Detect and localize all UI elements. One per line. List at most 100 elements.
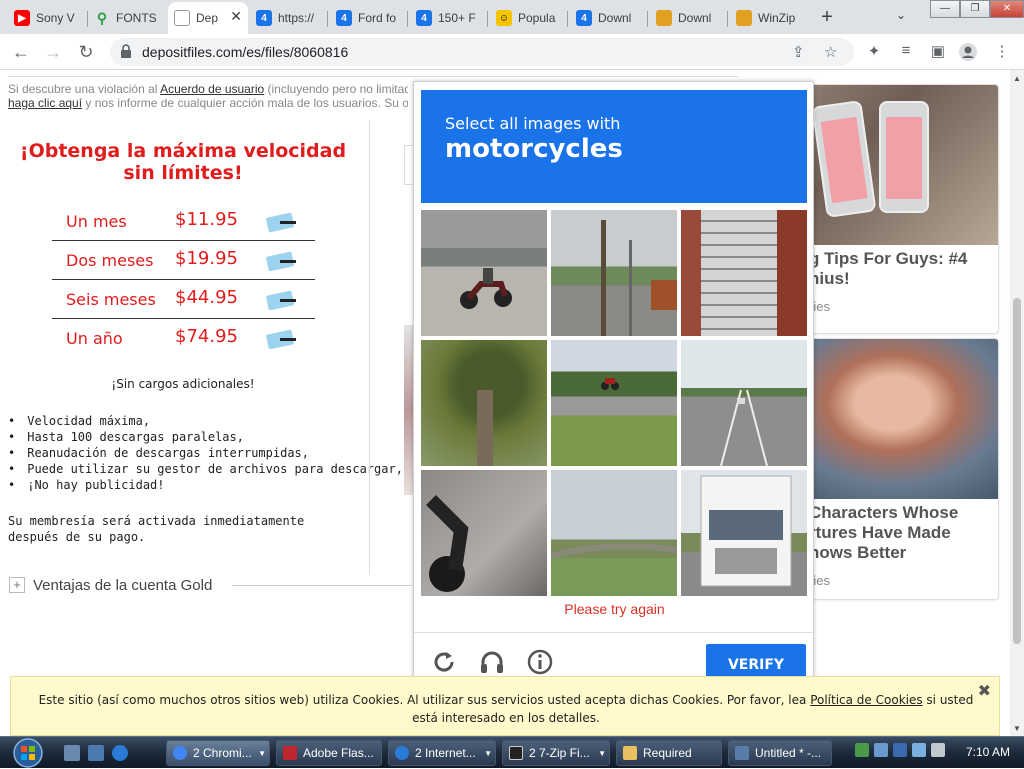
tab-ford[interactable]: 4 Ford fo <box>330 4 408 32</box>
scroll-up-icon[interactable]: ▲ <box>1013 74 1021 83</box>
captcha-tile[interactable] <box>551 470 677 596</box>
back-button[interactable]: ← <box>10 42 32 64</box>
plan-label: Un año <box>66 329 123 348</box>
list-item: Hasta 100 descargas paralelas, <box>8 429 403 445</box>
address-bar[interactable]: depositfiles.com/es/files/8060816 ⇪ ☆ <box>110 38 854 66</box>
tab-label: WinZip <box>758 11 796 25</box>
captcha-tile[interactable] <box>681 340 807 466</box>
scrollbar-thumb[interactable] <box>1013 298 1021 644</box>
internet-explorer-icon <box>395 746 409 760</box>
taskbar-button-label: Adobe Flas... <box>303 746 374 760</box>
credit-card-icon[interactable] <box>266 290 298 310</box>
close-banner-icon[interactable]: ✖ <box>978 681 991 701</box>
network-icon[interactable] <box>855 743 869 757</box>
credit-card-icon[interactable] <box>266 251 298 271</box>
captcha-tile[interactable] <box>551 210 677 336</box>
taskbar-button-flash[interactable]: Adobe Flas... <box>276 740 382 766</box>
ad-title[interactable]: g Tips For Guys: #4 nius! <box>809 249 967 289</box>
info-icon[interactable] <box>526 648 554 676</box>
expand-plus-icon[interactable]: + <box>9 577 25 593</box>
captcha-tile[interactable] <box>421 210 547 336</box>
internet-explorer-icon[interactable] <box>112 745 128 761</box>
share-icon[interactable]: ⇪ <box>792 43 805 61</box>
forward-button[interactable]: → <box>42 42 64 64</box>
captcha-instruction: Select all images with <box>445 114 621 133</box>
plan-price: $44.95 <box>175 287 238 308</box>
taskbar-button-required[interactable]: Required <box>616 740 722 766</box>
7zip-icon <box>509 746 523 760</box>
price-row[interactable]: Un mes $11.95 <box>52 202 315 241</box>
side-panel-icon[interactable]: ▣ <box>928 42 948 62</box>
captcha-tile[interactable] <box>681 470 807 596</box>
tab-search-chevron-icon[interactable]: ⌄ <box>896 8 906 22</box>
tab-winzip[interactable]: WinZip <box>730 4 810 32</box>
clock[interactable]: 7:10 AM <box>966 745 1010 759</box>
tab-strip: ▶ Sony V ⚲ FONTS Dep ✕ 4 https:// 4 Ford… <box>0 0 1024 34</box>
url-text: depositfiles.com/es/files/8060816 <box>142 44 349 60</box>
menu-kebab-icon[interactable]: ⋮ <box>992 42 1012 62</box>
minimize-button[interactable]: — <box>930 0 960 18</box>
captcha-error: Please try again <box>564 601 665 617</box>
tab-depositfiles[interactable]: Dep ✕ <box>168 2 248 34</box>
tab-https[interactable]: 4 https:// <box>250 4 328 32</box>
taskbar-button-ie[interactable]: 2 Internet... ▼ <box>388 740 496 766</box>
captcha-tile[interactable] <box>681 210 807 336</box>
taskbar-button-label: Required <box>643 746 692 760</box>
captcha-tile[interactable] <box>421 470 547 596</box>
show-desktop-icon[interactable] <box>64 745 80 761</box>
cookie-banner: Este sitio (así como muchos otros sitios… <box>10 676 1000 736</box>
profile-avatar-icon[interactable] <box>958 42 978 62</box>
price-row[interactable]: Seis meses $44.95 <box>52 280 315 319</box>
reload-challenge-icon[interactable] <box>430 648 458 676</box>
feature-list: Velocidad máxima, Hasta 100 descargas pa… <box>8 413 403 493</box>
taskbar-button-untitled[interactable]: Untitled * -... <box>728 740 832 766</box>
reload-button[interactable]: ↻ <box>75 42 97 64</box>
user-agreement-link[interactable]: Acuerdo de usuario <box>160 82 264 96</box>
divider <box>232 585 412 586</box>
price-row[interactable]: Un año $74.95 <box>52 319 315 358</box>
extensions-icon[interactable]: ✦ <box>864 42 884 62</box>
tray-app-icon[interactable] <box>874 743 888 757</box>
cookie-text-part: Este sitio (así como muchos otros sitios… <box>38 693 811 707</box>
volume-muted-icon[interactable] <box>931 743 945 757</box>
tab-fonts[interactable]: ⚲ FONTS <box>88 4 168 32</box>
click-here-link[interactable]: haga clic aquí <box>8 96 82 110</box>
tab-download-1[interactable]: 4 Downl <box>570 4 648 32</box>
tab-sony[interactable]: ▶ Sony V <box>8 4 88 32</box>
taskbar-button-label: 2 Internet... <box>415 746 476 760</box>
close-window-button[interactable]: ✕ <box>990 0 1024 18</box>
close-tab-icon[interactable]: ✕ <box>230 8 242 25</box>
magnifier-icon: ⚲ <box>96 9 108 26</box>
gold-account-expander[interactable]: + Ventajas de la cuenta Gold <box>9 576 212 594</box>
smiley-icon: ☺ <box>496 10 512 26</box>
taskbar-button-7zip[interactable]: 2 7-Zip Fi... ▼ <box>502 740 610 766</box>
audio-challenge-icon[interactable] <box>478 648 506 676</box>
palm-tree-icon <box>477 390 493 466</box>
plan-label: Seis meses <box>66 290 156 309</box>
price-row[interactable]: Dos meses $19.95 <box>52 241 315 280</box>
restore-button[interactable]: ❐ <box>960 0 990 18</box>
tab-popular[interactable]: ☺ Popula <box>490 4 568 32</box>
taskbar: 2 Chromi... ▼ Adobe Flas... 2 Internet...… <box>0 736 1024 768</box>
switch-windows-icon[interactable] <box>88 745 104 761</box>
action-center-icon[interactable] <box>893 743 907 757</box>
captcha-tile[interactable] <box>421 340 547 466</box>
ad-title[interactable]: Characters Whose rtures Have Made hows B… <box>809 503 958 563</box>
page-scrollbar[interactable]: ▲ ▼ <box>1010 70 1024 736</box>
tab-label: FONTS <box>116 11 157 25</box>
media-queue-icon[interactable]: ≡ <box>896 42 916 62</box>
tab-150[interactable]: 4 150+ F <box>410 4 488 32</box>
new-tab-button[interactable]: + <box>815 6 839 30</box>
tab-label: 150+ F <box>438 11 476 25</box>
display-icon[interactable] <box>912 743 926 757</box>
captcha-tile[interactable] <box>551 340 677 466</box>
scroll-down-icon[interactable]: ▼ <box>1013 724 1021 733</box>
start-button[interactable] <box>8 737 48 769</box>
taskbar-button-chrome[interactable]: 2 Chromi... ▼ <box>166 740 270 766</box>
tab-download-2[interactable]: Downl <box>650 4 728 32</box>
plan-label: Dos meses <box>66 251 154 270</box>
credit-card-icon[interactable] <box>266 212 298 232</box>
bookmark-star-icon[interactable]: ☆ <box>824 43 837 61</box>
credit-card-icon[interactable] <box>266 329 298 349</box>
cookie-policy-link[interactable]: Política de Cookies <box>810 693 922 707</box>
